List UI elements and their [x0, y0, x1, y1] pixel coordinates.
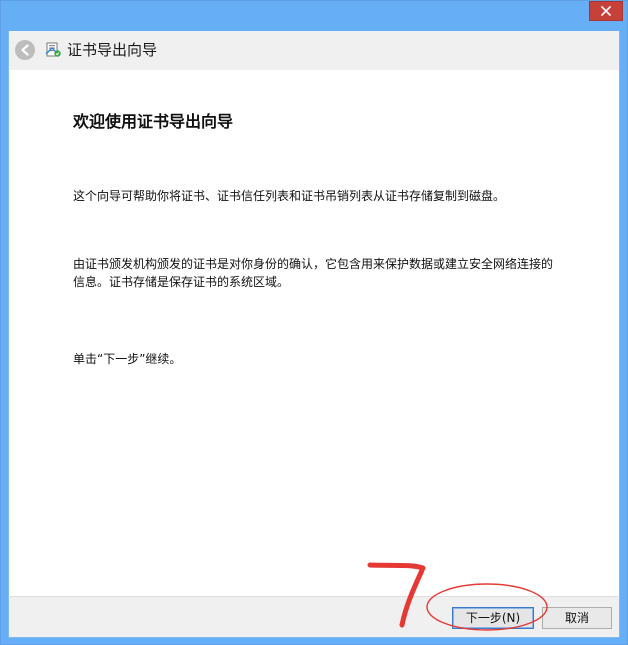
next-button[interactable]: 下一步(N): [452, 607, 534, 629]
wizard-window: 证书导出向导 欢迎使用证书导出向导 这个向导可帮助你将证书、证书信任列表和证书吊…: [0, 0, 628, 645]
back-button[interactable]: [15, 40, 35, 60]
certificate-wizard-icon: [45, 42, 61, 57]
close-icon: [601, 6, 611, 16]
wizard-header: 证书导出向导: [8, 31, 620, 70]
close-button[interactable]: [589, 1, 623, 21]
description-paragraph-2: 由证书颁发机构颁发的证书是对你身份的确认，它包含用来保护数据或建立安全网络连接的…: [73, 257, 554, 289]
instruction-paragraph: 单击“下一步”继续。: [73, 352, 182, 366]
wizard-content: 欢迎使用证书导出向导 这个向导可帮助你将证书、证书信任列表和证书吊销列表从证书存…: [8, 70, 620, 596]
page-title: 欢迎使用证书导出向导: [73, 112, 234, 131]
wizard-command-bar: 下一步(N) 取消: [8, 596, 620, 638]
wizard-title: 证书导出向导: [67, 41, 158, 59]
cancel-button[interactable]: 取消: [542, 607, 612, 629]
description-paragraph-1: 这个向导可帮助你将证书、证书信任列表和证书吊销列表从证书存储复制到磁盘。: [73, 189, 506, 203]
back-arrow-icon: [21, 44, 29, 56]
